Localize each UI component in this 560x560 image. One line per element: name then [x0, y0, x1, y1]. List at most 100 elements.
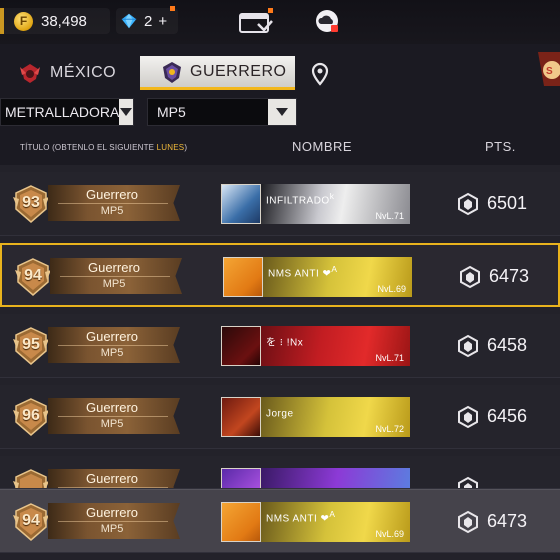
rank-badge-icon: 94: [12, 503, 50, 541]
rank-badge-icon: 96: [12, 398, 50, 436]
column-title-header: TÍTULO (OBTENLO EL SIGUIENTE LUNES): [20, 143, 187, 152]
tab-guerrero-label: GUERRERO: [190, 62, 287, 80]
player-name-text: Jorge: [266, 408, 294, 420]
table-row[interactable]: 93 Guerrero MP5 INFILTRADOk NvL.71 6501: [0, 172, 560, 236]
title-weapon: MP5: [100, 205, 124, 217]
title-rank: Guerrero: [85, 471, 139, 486]
player-level: NvL.71: [375, 353, 404, 363]
player-banner[interactable]: NMS ANTI ❤A NvL.69: [261, 502, 410, 542]
chevron-down-icon[interactable]: [119, 99, 133, 125]
points-emblem-icon: [458, 476, 478, 488]
title-weapon: MP5: [100, 418, 124, 430]
rank-number: 94: [22, 512, 40, 529]
tab-mexico[interactable]: MÉXICO: [10, 56, 116, 90]
chevron-down-icon[interactable]: [268, 99, 296, 125]
tab-guerrero[interactable]: GUERRERO: [140, 56, 295, 90]
title-plate: Guerrero MP5: [48, 398, 180, 434]
my-rank-row[interactable]: 94 Guerrero MP5 NMS ANTI ❤A NvL.69 6473: [0, 489, 560, 553]
points-value: 6456: [487, 406, 528, 426]
points-emblem-icon: [460, 265, 480, 289]
player-name-text: NMS ANTI ❤: [268, 268, 332, 280]
title-rank: Guerrero: [87, 260, 141, 275]
title-plate: Guerrero MP5: [48, 185, 180, 221]
rank-badge-icon: [12, 469, 50, 488]
points-value: 6458: [487, 335, 528, 355]
rank-badge-icon: 93: [12, 185, 50, 223]
table-row[interactable]: 95 Guerrero MP5 を ⁝ !Nx NvL.71 6458: [0, 314, 560, 378]
column-headers: TÍTULO (OBTENLO EL SIGUIENTE LUNES) NOMB…: [0, 136, 560, 160]
player-name: NMS ANTI ❤A: [268, 264, 337, 279]
top-bar: F 38,498 2 +: [0, 0, 560, 44]
coin-icon: F: [14, 11, 33, 31]
points-emblem-icon: [458, 334, 478, 358]
notification-dot: [170, 6, 175, 11]
player-name: Jorge: [266, 404, 294, 419]
column-title-highlight: LUNES: [156, 143, 185, 152]
tab-mexico-label: MÉXICO: [50, 64, 117, 81]
table-row[interactable]: 94 Guerrero MP5 NMS ANTI ❤A NvL.69 6473: [0, 243, 560, 307]
player-level: NvL.69: [375, 529, 404, 539]
avatar[interactable]: [221, 184, 261, 224]
weapon-select[interactable]: MP5: [147, 98, 297, 126]
title-plate: Guerrero MP5: [48, 327, 180, 363]
points-emblem-icon: [458, 405, 478, 429]
player-banner[interactable]: を ⁝ !Nx NvL.71: [261, 326, 410, 366]
title-rank: Guerrero: [85, 400, 139, 415]
leaderboard-tabs: MÉXICO GUERRERO: [0, 52, 560, 94]
points-value: 6473: [489, 266, 530, 286]
table-row[interactable]: 96 Guerrero MP5 Jorge NvL.72 6456: [0, 385, 560, 449]
weapon-type-select[interactable]: METRALLADORA: [0, 98, 134, 126]
diamond-icon: [121, 13, 137, 29]
avatar[interactable]: [221, 502, 261, 542]
diamond-balance[interactable]: 2 +: [116, 6, 178, 34]
coin-balance[interactable]: F 38,498: [0, 8, 110, 34]
rank-badge-icon: 94: [14, 258, 52, 296]
title-plate: Guerrero MP5: [48, 503, 180, 539]
rank-number: 93: [22, 194, 40, 211]
player-name-text: を ⁝ !Nx: [266, 337, 304, 349]
rank-number: 95: [22, 336, 40, 353]
avatar[interactable]: [221, 468, 261, 488]
player-level: NvL.69: [377, 284, 406, 294]
title-rank: Guerrero: [85, 187, 139, 202]
weapon-value: MP5: [157, 104, 186, 120]
weapon-type-value: METRALLADORA: [5, 104, 120, 120]
title-rank: Guerrero: [85, 505, 139, 520]
player-banner[interactable]: INFILTRADOk NvL.71: [261, 184, 410, 224]
coin-value: 38,498: [41, 12, 87, 30]
player-name: を ⁝ !Nx: [266, 333, 303, 348]
rank-number: 94: [24, 267, 42, 284]
avatar[interactable]: [221, 326, 261, 366]
player-name: NMS ANTI ❤A: [266, 509, 335, 524]
table-row[interactable]: Guerrero: [0, 456, 560, 489]
player-name-suffix: A: [331, 264, 338, 274]
column-points-header: PTS.: [485, 139, 516, 154]
cloud-icon[interactable]: [314, 8, 340, 34]
player-banner[interactable]: NMS ANTI ❤A NvL.69: [263, 257, 412, 297]
location-pin-icon[interactable]: [310, 62, 330, 86]
player-banner[interactable]: [261, 468, 410, 488]
avatar[interactable]: [221, 397, 261, 437]
points-value: 6473: [487, 511, 528, 531]
player-name: INFILTRADOk: [266, 191, 334, 206]
points-value: 6501: [487, 193, 528, 213]
region-emblem-icon: [20, 64, 40, 83]
wallet-icon[interactable]: [238, 8, 274, 36]
player-banner[interactable]: Jorge NvL.72: [261, 397, 410, 437]
title-weapon: MP5: [102, 278, 126, 290]
player-level: NvL.71: [375, 211, 404, 221]
player-name-text: INFILTRADO: [266, 195, 330, 207]
player-name-text: NMS ANTI ❤: [266, 513, 330, 525]
title-rank: Guerrero: [85, 329, 139, 344]
diamond-value: 2: [144, 12, 153, 30]
warrior-emblem-icon: [163, 61, 181, 83]
player-name-suffix: A: [329, 509, 336, 519]
event-badge-icon[interactable]: S: [534, 48, 560, 90]
title-weapon: MP5: [100, 523, 124, 535]
add-diamonds-button[interactable]: +: [158, 13, 167, 30]
column-title-suffix: ): [184, 143, 188, 152]
column-name-header: NOMBRE: [292, 139, 353, 154]
avatar[interactable]: [223, 257, 263, 297]
player-level: NvL.72: [375, 424, 404, 434]
points-emblem-icon: [458, 192, 478, 216]
